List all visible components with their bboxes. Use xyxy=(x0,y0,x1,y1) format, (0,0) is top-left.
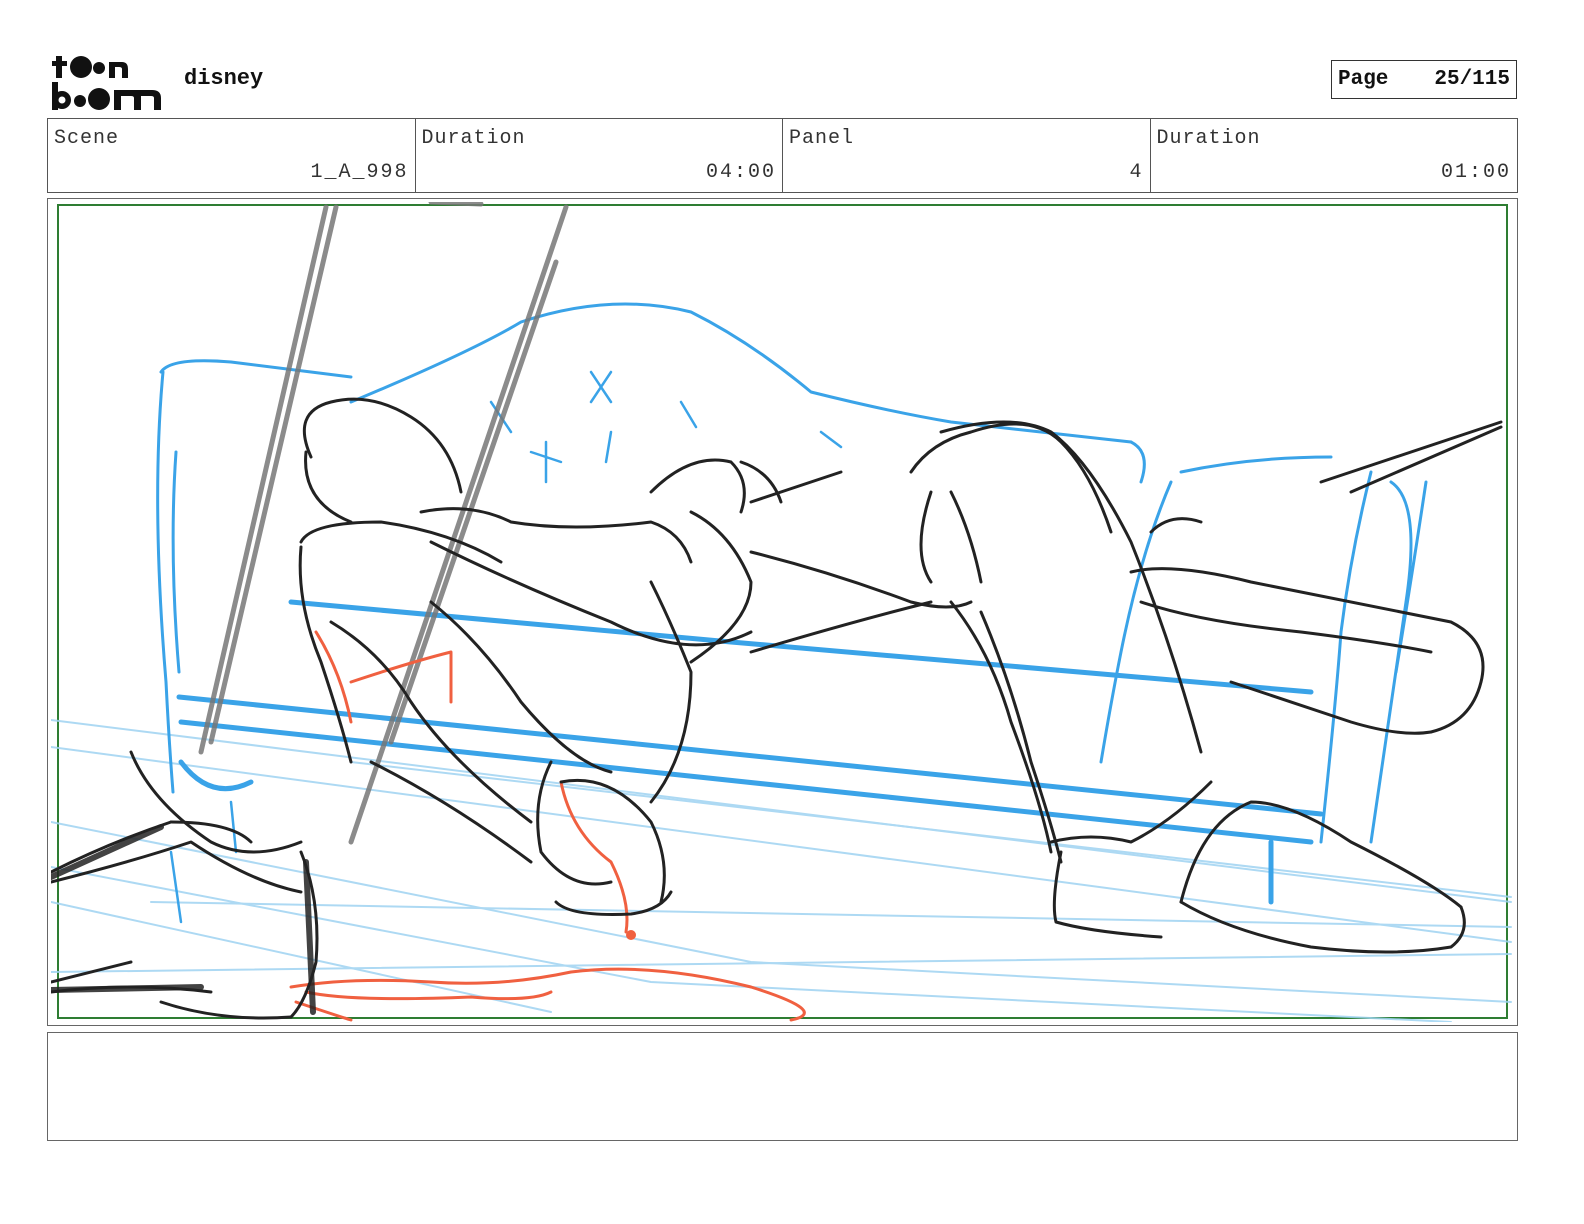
scene-duration-label: Duration xyxy=(421,127,526,150)
scene-value: 1_A_998 xyxy=(310,161,409,184)
panel-duration-cell: Duration 01:00 xyxy=(1151,119,1518,192)
panel-value: 4 xyxy=(1129,161,1144,184)
storyboard-sketch xyxy=(51,202,1512,1022)
scene-label: Scene xyxy=(54,127,120,150)
toon-boom-logo xyxy=(52,52,164,112)
panel-duration-label: Duration xyxy=(1156,127,1261,150)
scene-duration-value: 04:00 xyxy=(705,161,776,184)
panel-notes-box xyxy=(47,1032,1518,1141)
panel-label: Panel xyxy=(789,127,855,150)
panel-cell: Panel 4 xyxy=(783,119,1151,192)
scene-info-row: Scene 1_A_998 Duration 04:00 Panel 4 Dur… xyxy=(47,118,1518,193)
page-indicator: Page 25/115 xyxy=(1331,60,1517,99)
page-label: Page xyxy=(1338,68,1389,91)
scene-duration-cell: Duration 04:00 xyxy=(416,119,783,192)
page-value: 25/115 xyxy=(1434,68,1510,91)
scene-cell: Scene 1_A_998 xyxy=(48,119,416,192)
project-name: disney xyxy=(184,66,264,91)
panel-duration-value: 01:00 xyxy=(1440,161,1511,184)
